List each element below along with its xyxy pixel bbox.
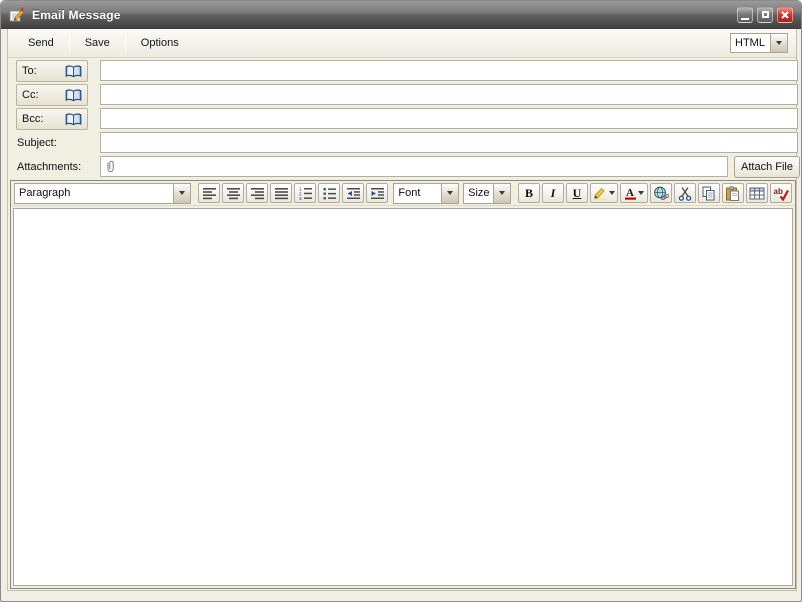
size-select[interactable]: Size <box>463 183 511 204</box>
close-icon <box>780 10 790 20</box>
cc-label: Cc: <box>22 89 39 101</box>
to-addressbook-button[interactable]: To: <box>16 60 88 82</box>
editor-body[interactable] <box>13 208 793 586</box>
address-book-icon <box>65 65 82 78</box>
cc-addressbook-button[interactable]: Cc: <box>16 84 88 106</box>
to-input[interactable] <box>100 60 798 81</box>
copy-icon <box>701 186 716 201</box>
address-book-icon <box>65 113 82 126</box>
paperclip-icon <box>105 159 116 174</box>
bcc-addressbook-button[interactable]: Bcc: <box>16 108 88 130</box>
chevron-down-icon[interactable] <box>770 34 787 52</box>
attachments-field[interactable] <box>100 156 728 177</box>
minimize-button[interactable] <box>737 7 753 23</box>
send-button[interactable]: Send <box>16 32 66 54</box>
outdent-button[interactable] <box>342 183 364 203</box>
spell-check-icon: ab <box>773 186 789 201</box>
svg-text:3: 3 <box>299 196 302 200</box>
bcc-input[interactable] <box>100 108 798 129</box>
underline-button[interactable]: U <box>566 183 588 203</box>
compose-email-icon <box>9 7 25 23</box>
font-color-button[interactable]: A <box>620 183 648 203</box>
maximize-icon <box>762 11 769 18</box>
italic-button[interactable]: I <box>542 183 564 203</box>
align-left-icon <box>202 187 217 200</box>
insert-link-button[interactable] <box>650 183 672 203</box>
paragraph-select-value: Paragraph <box>15 184 173 203</box>
options-button[interactable]: Options <box>129 32 191 54</box>
cc-input[interactable] <box>100 84 798 105</box>
toolbar-separator <box>125 35 126 51</box>
attach-file-button[interactable]: Attach File <box>734 156 800 178</box>
align-center-button[interactable] <box>222 183 244 203</box>
to-label: To: <box>22 65 37 77</box>
editor-toolbar: Paragraph <box>11 181 795 206</box>
svg-text:ab: ab <box>773 187 782 196</box>
table-icon <box>749 187 765 200</box>
paste-button[interactable] <box>722 183 744 203</box>
chevron-down-icon <box>638 191 644 195</box>
attachments-label: Attachments: <box>16 161 92 173</box>
paragraph-select[interactable]: Paragraph <box>14 183 191 204</box>
format-select-value: HTML <box>731 34 770 52</box>
copy-button[interactable] <box>698 183 720 203</box>
insert-table-button[interactable] <box>746 183 768 203</box>
window-body: Send Save Options HTML To: <box>7 29 797 591</box>
indent-button[interactable] <box>366 183 388 203</box>
subject-label: Subject: <box>16 137 92 149</box>
indent-icon <box>370 187 385 200</box>
format-select[interactable]: HTML <box>730 33 788 53</box>
align-right-button[interactable] <box>246 183 268 203</box>
font-select-value: Font <box>394 184 441 203</box>
titlebar[interactable]: Email Message <box>1 1 801 29</box>
highlight-color-button[interactable] <box>590 183 618 203</box>
align-right-icon <box>250 187 265 200</box>
font-color-icon: A <box>624 186 637 200</box>
bcc-label: Bcc: <box>22 113 43 125</box>
globe-link-icon <box>653 186 669 201</box>
close-button[interactable] <box>777 7 793 23</box>
minimize-icon <box>741 18 749 20</box>
unordered-list-icon <box>322 186 337 200</box>
cut-button[interactable] <box>674 183 696 203</box>
chevron-down-icon[interactable] <box>493 184 510 203</box>
font-select[interactable]: Font <box>393 183 459 204</box>
highlighter-icon <box>593 186 608 200</box>
window-title: Email Message <box>32 8 121 22</box>
ordered-list-button[interactable]: 1 2 3 <box>294 183 316 203</box>
scissors-icon <box>678 186 692 201</box>
chevron-down-icon[interactable] <box>441 184 458 203</box>
address-book-icon <box>65 89 82 102</box>
main-toolbar: Send Save Options HTML <box>8 29 796 58</box>
ordered-list-icon: 1 2 3 <box>298 186 313 200</box>
justify-button[interactable] <box>270 183 292 203</box>
outdent-icon <box>346 187 361 200</box>
unordered-list-button[interactable] <box>318 183 340 203</box>
spell-check-button[interactable]: ab <box>770 183 792 203</box>
paste-icon <box>725 186 740 201</box>
svg-text:A: A <box>626 187 634 199</box>
chevron-down-icon[interactable] <box>173 184 190 203</box>
justify-icon <box>274 187 289 200</box>
bold-button[interactable]: B <box>518 183 540 203</box>
align-left-button[interactable] <box>198 183 220 203</box>
save-button[interactable]: Save <box>73 32 122 54</box>
email-message-window: Email Message Send Save Options <box>0 0 802 602</box>
html-editor: Paragraph <box>10 180 796 589</box>
chevron-down-icon <box>609 191 615 195</box>
toolbar-separator <box>69 35 70 51</box>
maximize-button[interactable] <box>757 7 773 23</box>
align-center-icon <box>226 187 241 200</box>
subject-input[interactable] <box>100 132 798 153</box>
size-select-value: Size <box>464 184 493 203</box>
